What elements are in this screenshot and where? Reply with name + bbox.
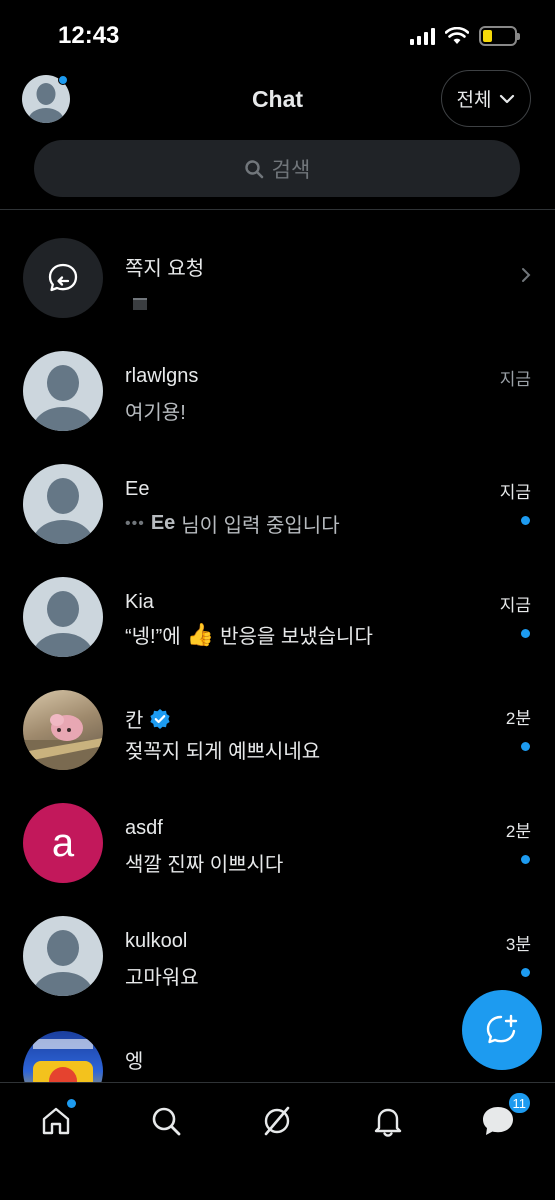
conversation-time: 지금: [499, 483, 531, 502]
preview-text-start: “넹!”에: [125, 626, 181, 648]
cellular-signal-icon: [410, 27, 435, 45]
bottom-tab-bar: 11: [0, 1082, 555, 1200]
verified-badge-icon: [150, 708, 171, 729]
conversation-name: Ee: [125, 478, 150, 500]
status-icons: [410, 26, 520, 46]
battery-icon: [479, 26, 520, 46]
request-preview-icon: [133, 298, 147, 310]
tab-search[interactable]: [146, 1101, 186, 1141]
avatar: [23, 464, 103, 544]
conversation-time: 2분: [505, 709, 531, 728]
conversation-preview: 색깔 진짜 이쁘시다: [125, 854, 284, 876]
conversation-name: 칸: [125, 704, 171, 733]
avatar: a: [23, 803, 103, 883]
search-icon: [244, 159, 263, 178]
search-input[interactable]: 검색: [34, 140, 520, 197]
conversation-preview: 고마워요: [125, 967, 199, 989]
poster-image-avatar: [33, 1039, 93, 1082]
conversation-row[interactable]: a asdf 색깔 진짜 이쁘시다 2분: [0, 791, 555, 904]
conversation-list: 쪽지 요청 rlawlgns 여기용! 지금 Ee ••• Ee 님이 입력 중…: [0, 210, 555, 1082]
default-avatar-icon: [33, 478, 93, 544]
conversation-preview: ••• Ee 님이 입력 중입니다: [125, 509, 340, 538]
conversation-row[interactable]: kulkool 고마워요 3분: [0, 904, 555, 1017]
conversation-time: 지금: [499, 596, 531, 615]
new-message-icon: [486, 1014, 518, 1044]
thumbs-up-emoji-icon: 👍: [186, 621, 215, 647]
conversation-preview: 여기용!: [125, 402, 186, 424]
avatar: [23, 916, 103, 996]
header: Chat 전체: [0, 70, 555, 130]
conversation-preview: “넹!”에 👍 반응을 보냈습니다: [125, 620, 373, 649]
avatar: [23, 351, 103, 431]
grok-icon: [264, 1106, 290, 1136]
unread-dot: [521, 855, 530, 864]
conversation-name: rlawlgns: [125, 365, 199, 387]
status-time: 12:43: [58, 22, 120, 49]
notifications-icon: [374, 1108, 402, 1137]
conversation-time: 2분: [505, 822, 531, 841]
unread-dot: [521, 968, 530, 977]
default-avatar-icon: [33, 930, 93, 996]
conversation-name: Kia: [125, 591, 154, 613]
typing-text: 님이 입력 중입니다: [181, 515, 340, 537]
conversation-time: 지금: [499, 370, 531, 389]
conversation-name: asdf: [125, 817, 163, 839]
conversation-name: 엥: [125, 1051, 144, 1073]
new-message-button[interactable]: [462, 990, 542, 1070]
typing-user: Ee: [150, 512, 176, 534]
unread-dot: [521, 742, 530, 751]
chevron-right-icon: [521, 266, 531, 289]
conversation-row[interactable]: Kia “넹!”에 👍 반응을 보냈습니다 지금: [0, 565, 555, 678]
avatar: [23, 690, 103, 770]
pig-photo-avatar: [23, 714, 103, 770]
search-placeholder: 검색: [271, 158, 311, 182]
default-avatar-icon: [33, 591, 93, 657]
filter-label: 전체: [456, 90, 492, 111]
tab-grok[interactable]: [257, 1101, 297, 1141]
message-request-avatar: [23, 238, 103, 318]
default-avatar-icon: [33, 365, 93, 431]
conversation-time: 3분: [505, 935, 531, 954]
tab-notifications[interactable]: [368, 1101, 408, 1141]
preview-text-end: 반응을 보냈습니다: [220, 626, 373, 648]
messages-badge: 11: [506, 1091, 532, 1115]
typing-indicator-icon: •••: [125, 514, 145, 532]
avatar: [23, 1031, 103, 1082]
home-notification-dot: [67, 1099, 76, 1108]
chevron-down-icon: [500, 94, 515, 103]
status-bar: 12:43: [0, 0, 555, 70]
search-icon: [152, 1107, 181, 1136]
message-requests-row[interactable]: 쪽지 요청: [0, 226, 555, 339]
message-requests-title: 쪽지 요청: [125, 258, 205, 280]
wifi-icon: [445, 27, 469, 44]
home-icon: [42, 1107, 70, 1135]
conversation-row[interactable]: Ee ••• Ee 님이 입력 중입니다 지금: [0, 452, 555, 565]
filter-dropdown-button[interactable]: 전체: [441, 70, 531, 127]
tab-messages[interactable]: 11: [478, 1091, 532, 1141]
profile-notification-dot: [58, 75, 68, 85]
conversation-row[interactable]: rlawlgns 여기용! 지금: [0, 339, 555, 452]
unread-dot: [521, 516, 530, 525]
conversation-name: kulkool: [125, 930, 188, 952]
tab-home[interactable]: [36, 1099, 76, 1141]
unread-dot: [521, 629, 530, 638]
conversation-preview: 젖꼭지 되게 예쁘시네요: [125, 741, 321, 763]
conversation-row[interactable]: 칸 젖꼭지 되게 예쁘시네요 2분: [0, 678, 555, 791]
message-request-icon: [48, 263, 78, 292]
avatar: [23, 577, 103, 657]
